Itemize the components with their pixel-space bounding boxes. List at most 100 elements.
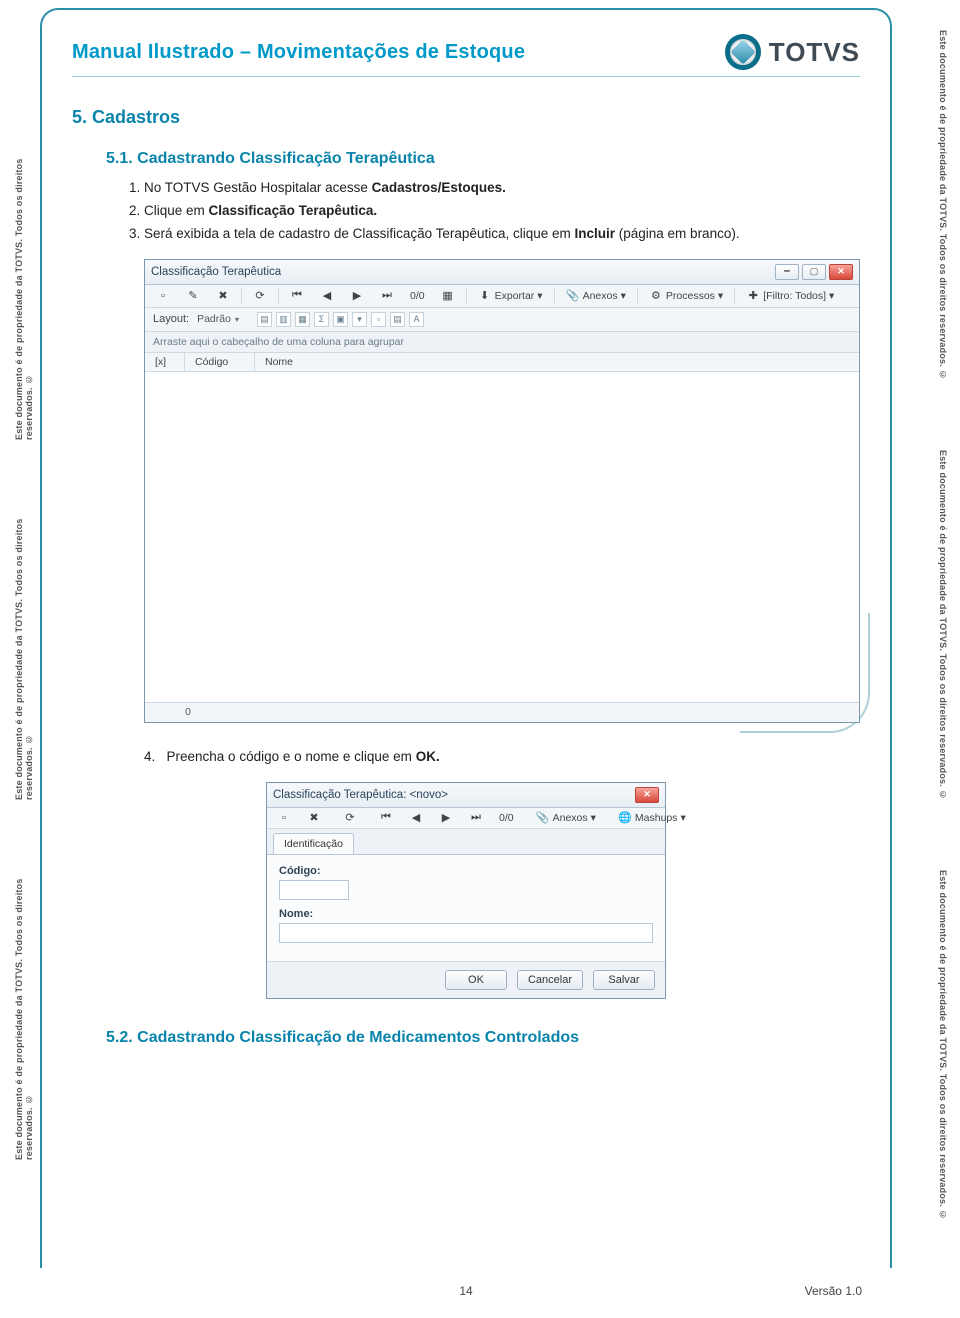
delete-icon: ✖ <box>307 811 321 825</box>
doc-title: Manual Ilustrado – Movimentações de Esto… <box>72 41 525 64</box>
anexos-menu[interactable]: 📎Anexos▾ <box>531 810 601 826</box>
grid-view-button[interactable]: ▦ <box>436 288 460 304</box>
export-icon: ⬇ <box>478 289 492 303</box>
copyright-side: Este documento é de propriedade da TOTVS… <box>14 140 34 440</box>
layout-tool-button[interactable]: Σ <box>314 312 329 327</box>
section-5-1-title: 5.1. Cadastrando Classificação Terapêuti… <box>106 150 860 168</box>
filter-menu[interactable]: ✚[Filtro: Todos]▾ <box>741 288 839 304</box>
version-label: Versão 1.0 <box>805 1284 862 1298</box>
new-button[interactable]: ▫ <box>151 288 175 304</box>
layout-tool-button[interactable]: ▤ <box>390 312 405 327</box>
delete-button[interactable]: ✖ <box>211 288 235 304</box>
export-menu[interactable]: ⬇Exportar▾ <box>473 288 548 304</box>
tab-identificacao[interactable]: Identificação <box>273 833 354 854</box>
step-1: No TOTVS Gestão Hospitalar acesse Cadast… <box>144 178 860 199</box>
close-button[interactable]: ✕ <box>635 787 659 803</box>
next-icon: ▶ <box>350 289 364 303</box>
prev-icon: ◀ <box>320 289 334 303</box>
copyright-side: Este documento é de propriedade da TOTVS… <box>938 450 948 840</box>
anexos-menu[interactable]: 📎Anexos▾ <box>561 288 631 304</box>
refresh-button[interactable]: ⟳ <box>248 288 272 304</box>
dialog-buttons: OK Cancelar Salvar <box>267 961 665 998</box>
first-icon: ⏮ <box>290 289 304 303</box>
column-nome[interactable]: Nome <box>255 353 859 371</box>
next-button[interactable]: ▶ <box>345 288 369 304</box>
form-area: Código: Nome: <box>267 855 665 961</box>
first-button[interactable]: ⏮ <box>374 810 398 826</box>
layout-tool-button[interactable]: ▥ <box>276 312 291 327</box>
edit-icon: ✎ <box>186 289 200 303</box>
refresh-icon: ⟳ <box>253 289 267 303</box>
last-icon: ⏭ <box>380 289 394 303</box>
layout-tool-button[interactable]: ▣ <box>333 312 348 327</box>
nome-label: Nome: <box>279 908 653 920</box>
grid-footer: 0 <box>145 702 859 722</box>
layout-tool-button[interactable]: ▦ <box>295 312 310 327</box>
dialog-toolbar: ▫ ✖ ⟳ ⏮ ◀ ▶ ⏭ 0/0 📎Anexos▾ 🌐Mashups▾ <box>267 808 665 829</box>
copyright-side: Este documento é de propriedade da TOTVS… <box>938 30 948 420</box>
step-4: 4. Preencha o código e o nome e clique e… <box>144 749 860 764</box>
copyright-side: Este documento é de propriedade da TOTVS… <box>14 500 34 800</box>
chevron-down-icon: ▾ <box>235 315 239 324</box>
grid-icon: ▦ <box>441 289 455 303</box>
first-button[interactable]: ⏮ <box>285 288 309 304</box>
edit-button[interactable]: ✎ <box>181 288 205 304</box>
last-icon: ⏭ <box>469 811 483 825</box>
copyright-side: Este documento é de propriedade da TOTVS… <box>14 860 34 1160</box>
codigo-label: Código: <box>279 865 653 877</box>
page-icon: ▫ <box>277 811 291 825</box>
new-button[interactable]: ▫ <box>272 810 296 826</box>
refresh-icon: ⟳ <box>343 811 357 825</box>
grid-body[interactable] <box>145 372 859 702</box>
dialog-title: Classificação Terapêutica: <novo> <box>273 789 448 801</box>
copyright-side: Este documento é de propriedade da TOTVS… <box>938 870 948 1260</box>
globe-icon: 🌐 <box>618 811 632 825</box>
page-header: Manual Ilustrado – Movimentações de Esto… <box>72 34 860 70</box>
first-icon: ⏮ <box>379 811 393 825</box>
delete-button[interactable]: ✖ <box>302 810 326 826</box>
dialog-titlebar: Classificação Terapêutica: <novo> ✕ <box>267 783 665 808</box>
attachment-icon: 📎 <box>536 811 550 825</box>
delete-icon: ✖ <box>216 289 230 303</box>
layout-tool-button[interactable]: ▾ <box>352 312 367 327</box>
chevron-down-icon: ▾ <box>591 812 596 824</box>
section-5-2-title: 5.2. Cadastrando Classificação de Medica… <box>106 1029 860 1047</box>
totvs-logo-text: TOTVS <box>769 37 860 68</box>
codigo-input[interactable] <box>279 880 349 900</box>
ok-button[interactable]: OK <box>445 970 507 990</box>
chevron-down-icon: ▾ <box>829 290 834 302</box>
gear-icon: ⚙ <box>649 289 663 303</box>
last-button[interactable]: ⏭ <box>375 288 399 304</box>
filter-icon: ✚ <box>746 289 760 303</box>
page-frame: Manual Ilustrado – Movimentações de Esto… <box>40 8 892 1268</box>
page-icon: ▫ <box>156 289 170 303</box>
layout-select[interactable]: Padrão▾ <box>197 313 239 325</box>
next-button[interactable]: ▶ <box>434 810 458 826</box>
group-by-hint[interactable]: Arraste aqui o cabeçalho de uma coluna p… <box>145 332 859 353</box>
layout-tool-button[interactable]: ▤ <box>257 312 272 327</box>
layout-tool-button[interactable]: A <box>409 312 424 327</box>
cancel-button[interactable]: Cancelar <box>517 970 583 990</box>
column-select[interactable]: [x] <box>145 353 185 371</box>
minimize-button[interactable]: ━ <box>775 264 799 280</box>
processos-menu[interactable]: ⚙Processos▾ <box>644 288 728 304</box>
prev-button[interactable]: ◀ <box>404 810 428 826</box>
screenshot-2: Classificação Terapêutica: <novo> ✕ ▫ ✖ … <box>266 782 666 999</box>
save-button[interactable]: Salvar <box>593 970 655 990</box>
column-codigo[interactable]: Código <box>185 353 255 371</box>
header-divider <box>72 76 860 77</box>
last-button[interactable]: ⏭ <box>464 810 488 826</box>
window-titlebar: Classificação Terapêutica ━ ▢ ✕ <box>145 260 859 285</box>
totvs-logo-icon <box>725 34 761 70</box>
nome-input[interactable] <box>279 923 653 943</box>
mashups-menu[interactable]: 🌐Mashups▾ <box>613 810 691 826</box>
layout-tool-button[interactable]: ▫ <box>371 312 386 327</box>
prev-button[interactable]: ◀ <box>315 288 339 304</box>
refresh-button[interactable]: ⟳ <box>338 810 362 826</box>
totvs-logo: TOTVS <box>725 34 860 70</box>
section-5-title: 5. Cadastros <box>72 107 860 128</box>
close-button[interactable]: ✕ <box>829 264 853 280</box>
screenshot-1: Classificação Terapêutica ━ ▢ ✕ ▫ ✎ ✖ ⟳ … <box>144 259 860 723</box>
maximize-button[interactable]: ▢ <box>802 264 826 280</box>
prev-icon: ◀ <box>409 811 423 825</box>
